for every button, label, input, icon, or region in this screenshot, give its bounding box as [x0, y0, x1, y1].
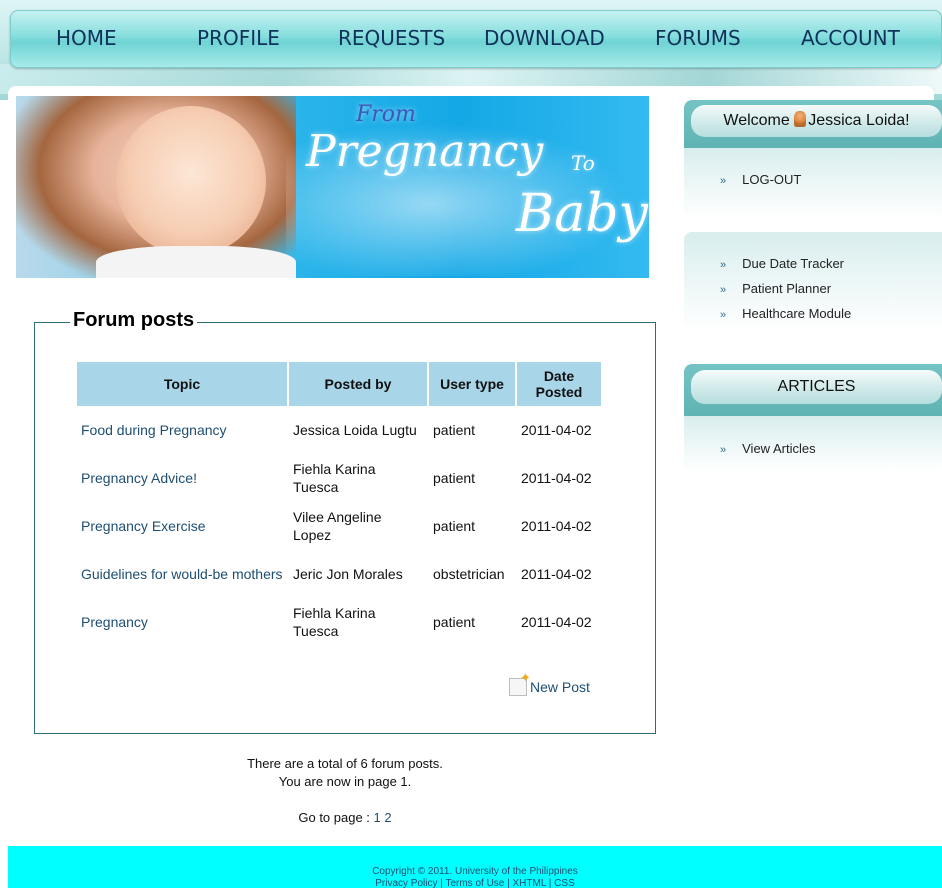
footer-links[interactable]: Privacy Policy | Terms of Use | XHTML | … [8, 878, 942, 889]
articles-pill: ARTICLES [691, 370, 942, 404]
forum-posts-table: Topic Posted by User type Date Posted Fo… [75, 362, 603, 646]
header-posted-by: Posted by [289, 362, 427, 406]
double-arrow-icon: » [720, 444, 727, 456]
date-cell: 2011-04-02 [521, 566, 592, 582]
double-arrow-icon: » [720, 309, 727, 321]
tool-label: Healthcare Module [742, 306, 852, 321]
double-arrow-icon: » [720, 284, 727, 296]
user-type-cell: patient [433, 470, 476, 486]
articles-header: ARTICLES [684, 364, 942, 416]
main-navigation: HOME PROFILE REQUESTS DOWNLOAD FORUMS AC… [10, 10, 942, 68]
table-row: Guidelines for would-be mothers Jeric Jo… [77, 550, 601, 598]
banner-from: From [356, 102, 416, 127]
tool-healthcare-module[interactable]: » Healthcare Module [720, 306, 851, 321]
welcome-pill: Welcome Jessica Loida! [691, 105, 942, 137]
date-cell: 2011-04-02 [521, 518, 592, 534]
tool-label: Due Date Tracker [742, 256, 844, 271]
posted-by-cell: Jeric Jon Morales [293, 566, 403, 582]
user-type-cell: obstetrician [433, 566, 505, 582]
current-page-text: You are now in page 1. [278, 774, 412, 789]
table-row: Pregnancy Exercise Vilee Angeline Lopez … [77, 502, 601, 550]
pagination: Go to page : 1 2 [200, 810, 490, 825]
table-header-row: Topic Posted by User type Date Posted [77, 362, 601, 406]
posted-by-cell: Vilee Angeline Lopez [293, 509, 382, 543]
table-row: Pregnancy Fiehla Karina Tuesca patient 2… [77, 598, 601, 646]
topic-link[interactable]: Guidelines for would-be mothers [77, 550, 287, 598]
table-row: Food during Pregnancy Jessica Loida Lugt… [77, 406, 601, 454]
new-post-label: New Post [530, 679, 590, 695]
header-user-type: User type [429, 362, 515, 406]
view-articles-label: View Articles [742, 441, 816, 456]
double-arrow-icon: » [720, 259, 727, 271]
double-arrow-icon: » [720, 175, 727, 187]
view-articles-link[interactable]: » View Articles [720, 441, 816, 456]
page-link-2[interactable]: 2 [384, 810, 391, 825]
baby-image [116, 106, 266, 256]
tool-patient-planner[interactable]: » Patient Planner [720, 281, 831, 296]
user-icon [794, 111, 807, 127]
topic-link[interactable]: Pregnancy [77, 598, 287, 646]
user-type-cell: patient [433, 518, 476, 534]
topic-link[interactable]: Pregnancy Exercise [77, 502, 287, 550]
tool-label: Patient Planner [742, 281, 832, 296]
logout-label: LOG-OUT [742, 172, 802, 187]
nav-download[interactable]: DOWNLOAD [484, 26, 605, 50]
user-type-cell: patient [433, 614, 476, 630]
posted-by-cell: Fiehla Karina Tuesca [293, 461, 376, 495]
goto-page-label: Go to page : [298, 810, 370, 825]
copyright-text: Copyright © 2011. University of the Phil… [372, 866, 578, 877]
nav-requests[interactable]: REQUESTS [338, 26, 445, 50]
welcome-header: Welcome Jessica Loida! [684, 100, 942, 148]
banner-to: To [571, 151, 595, 175]
nav-profile[interactable]: PROFILE [197, 26, 280, 50]
table-row: Pregnancy Advice! Fiehla Karina Tuesca p… [77, 454, 601, 502]
page-link-1[interactable]: 1 [374, 810, 381, 825]
topic-link[interactable]: Food during Pregnancy [77, 406, 287, 454]
footer: Copyright © 2011. University of the Phil… [8, 846, 942, 889]
forum-posts-title: Forum posts [70, 309, 198, 332]
posted-by-cell: Fiehla Karina Tuesca [293, 605, 376, 639]
topic-link[interactable]: Pregnancy Advice! [77, 454, 287, 502]
user-type-cell: patient [433, 422, 476, 438]
nav-account[interactable]: ACCOUNT [801, 26, 900, 50]
blanket-image [96, 246, 296, 278]
total-posts-text: There are a total of 6 forum posts. [247, 756, 443, 771]
articles-title: ARTICLES [777, 378, 856, 395]
date-cell: 2011-04-02 [521, 614, 592, 630]
user-name: Jessica Loida! [808, 112, 910, 129]
tool-due-date-tracker[interactable]: » Due Date Tracker [720, 256, 844, 271]
welcome-label: Welcome [723, 112, 790, 129]
header-date-posted: Date Posted [517, 362, 601, 406]
logout-link[interactable]: » LOG-OUT [720, 172, 801, 187]
nav-forums[interactable]: FORUMS [655, 26, 741, 50]
posted-by-cell: Jessica Loida Lugtu [293, 422, 417, 438]
date-cell: 2011-04-02 [521, 470, 592, 486]
nav-home[interactable]: HOME [56, 26, 117, 50]
banner-baby: Baby [516, 184, 648, 244]
site-banner: From Pregnancy To Baby [16, 96, 649, 278]
banner-pregnancy: Pregnancy [306, 126, 544, 177]
date-cell: 2011-04-02 [521, 422, 592, 438]
header-topic: Topic [77, 362, 287, 406]
